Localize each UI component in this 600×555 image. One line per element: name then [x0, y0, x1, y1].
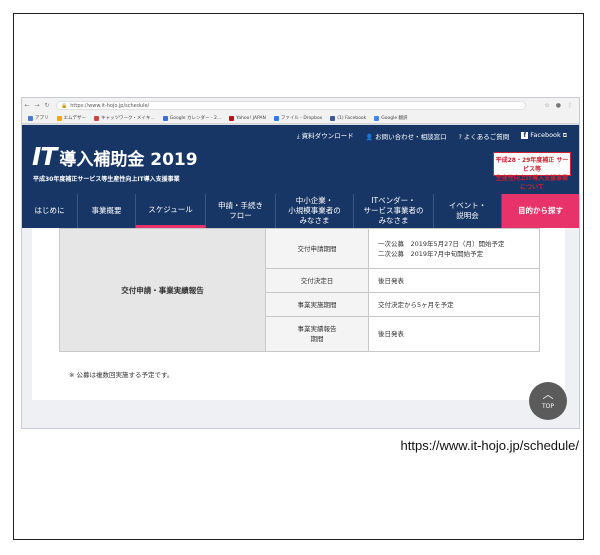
bookmark-item[interactable]: キャッツワーク・メイキ...	[94, 115, 155, 121]
bookmark-label: アプリ	[35, 116, 49, 121]
nav-item[interactable]: 目的から探す	[502, 194, 579, 228]
table-row: 交付申請・事業実績報告 交付申請期間 一次公募 2019年5月27日（月）開始予…	[59, 228, 540, 352]
extension-icon[interactable]: ●	[556, 102, 561, 109]
row-label: 交付申請期間	[265, 228, 369, 269]
bookmarks-bar: アプリ エムデザー キャッツワーク・メイキ... Google カレンダー - 2..…	[22, 113, 579, 124]
utility-links: ⤓ 資料ダウンロード 👤 お問い合わせ・相談窓口 ? よくあるご質問 f Faceboo…	[297, 130, 569, 141]
download-link[interactable]: ⤓ 資料ダウンロード	[297, 130, 354, 141]
bookmark-item[interactable]: アプリ	[28, 115, 49, 121]
nav-item[interactable]: ITベンダー・ サービス事業者の みなさま	[354, 194, 434, 228]
person-icon: 👤	[365, 133, 374, 141]
row-label: 事業実績報告 期間	[265, 316, 369, 352]
bookmark-item[interactable]: ファイル - Dropbox	[273, 115, 323, 121]
bookmark-favicon-icon	[374, 115, 380, 121]
bookmark-favicon-icon	[330, 115, 336, 121]
facebook-link[interactable]: f Facebook ⧉	[521, 131, 569, 140]
bookmark-favicon-icon	[229, 115, 235, 121]
bookmark-label: Google 翻訳	[381, 116, 408, 121]
nav-item[interactable]: 事業概要	[78, 194, 136, 228]
back-icon[interactable]: ←	[22, 102, 32, 109]
schedule-note: ※ 公募は複数回実施する予定です。	[69, 371, 174, 379]
nav-item[interactable]: イベント・ 説明会	[434, 194, 502, 228]
faq-link[interactable]: ? よくあるご質問	[459, 131, 510, 141]
logo-subtitle: 平成30年度補正サービス等生産性向上IT導入支援事業	[33, 176, 180, 183]
site-header: ⤓ 資料ダウンロード 👤 お問い合わせ・相談窓口 ? よくあるご質問 f Faceboo…	[22, 125, 579, 228]
facebook-icon: f	[521, 132, 529, 139]
reload-icon[interactable]: ↻	[42, 102, 52, 109]
row-label: 交付決定日	[265, 268, 369, 293]
contact-link[interactable]: 👤 お問い合わせ・相談窓口	[366, 131, 447, 141]
url-input[interactable]: 🔒 https://www.it-hojo.jp/schedule/	[56, 101, 526, 110]
site-logo[interactable]: IT 導入補助金 2019	[32, 142, 198, 171]
lock-icon: 🔒	[61, 102, 68, 109]
bookmark-item[interactable]: Yahoo! JAPAN	[229, 115, 266, 121]
bookmark-label: エムデザー	[63, 116, 87, 121]
schedule-table: 交付申請・事業実績報告 交付申請期間 一次公募 2019年5月27日（月）開始予…	[59, 228, 540, 352]
bookmark-item[interactable]: エムデザー	[56, 115, 87, 121]
nav-item[interactable]: 中小企業・ 小規模事業者の みなさま	[276, 194, 354, 228]
chevron-up-icon: ︿	[542, 388, 554, 401]
bookmark-item[interactable]: Google 翻訳	[374, 115, 408, 121]
nav-item[interactable]: スケジュール	[136, 194, 206, 228]
figure-caption: https://www.it-hojo.jp/schedule/	[400, 438, 579, 453]
back-to-top-button[interactable]: ︿ TOP	[529, 382, 567, 420]
bookmark-label: (1) Facebook	[337, 115, 367, 121]
bookmark-label: キャッツワーク・メイキ...	[101, 116, 155, 121]
url-text: https://www.it-hojo.jp/schedule/	[70, 102, 150, 109]
bookmark-favicon-icon	[56, 115, 62, 121]
bookmark-favicon-icon	[273, 115, 279, 121]
nav-item[interactable]: 申請・手続き フロー	[206, 194, 276, 228]
nav-item[interactable]: はじめに	[22, 194, 78, 228]
row-value: 交付決定から5ヶ月を予定	[368, 292, 540, 317]
external-link-icon: ⧉	[560, 132, 567, 139]
bookmark-favicon-icon	[94, 115, 99, 121]
bookmark-label: ファイル - Dropbox	[280, 116, 323, 121]
section-label: 交付申請・事業実績報告	[59, 228, 266, 352]
menu-dots-icon[interactable]: ⋮	[567, 102, 573, 109]
bookmark-item[interactable]: (1) Facebook	[330, 115, 367, 121]
bookmark-favicon-icon	[28, 115, 33, 121]
row-value: 一次公募 2019年5月27日（月）開始予定 二次公募 2019年7月中旬開始予…	[368, 228, 540, 269]
bookmark-item[interactable]: Google カレンダー - 2...	[162, 115, 222, 121]
forward-icon[interactable]: →	[32, 102, 42, 109]
previous-program-banner[interactable]: 平成28・29年度補正 サービス等 生産性向上IT導入支援事業について	[493, 152, 571, 191]
question-icon: ?	[458, 133, 462, 141]
bookmark-favicon-icon	[162, 115, 168, 121]
star-icon[interactable]: ☆	[544, 102, 549, 109]
bookmark-label: Yahoo! JAPAN	[236, 115, 266, 121]
main-nav: はじめに 事業概要 スケジュール 申請・手続き フロー 中小企業・ 小規模事業者の みな…	[22, 194, 579, 228]
address-bar-row: ← → ↻ 🔒 https://www.it-hojo.jp/schedule/…	[22, 98, 579, 113]
row-value: 後日発表	[368, 316, 540, 352]
content-panel: 交付申請・事業実績報告 交付申請期間 一次公募 2019年5月27日（月）開始予…	[32, 228, 565, 400]
main-content: 交付申請・事業実績報告 交付申請期間 一次公募 2019年5月27日（月）開始予…	[22, 228, 579, 428]
browser-screenshot: ← → ↻ 🔒 https://www.it-hojo.jp/schedule/…	[21, 97, 580, 429]
row-label: 事業実施期間	[265, 292, 369, 317]
bookmark-label: Google カレンダー - 2...	[169, 116, 222, 121]
row-value: 後日発表	[368, 268, 540, 293]
download-icon: ⤓	[296, 133, 300, 140]
